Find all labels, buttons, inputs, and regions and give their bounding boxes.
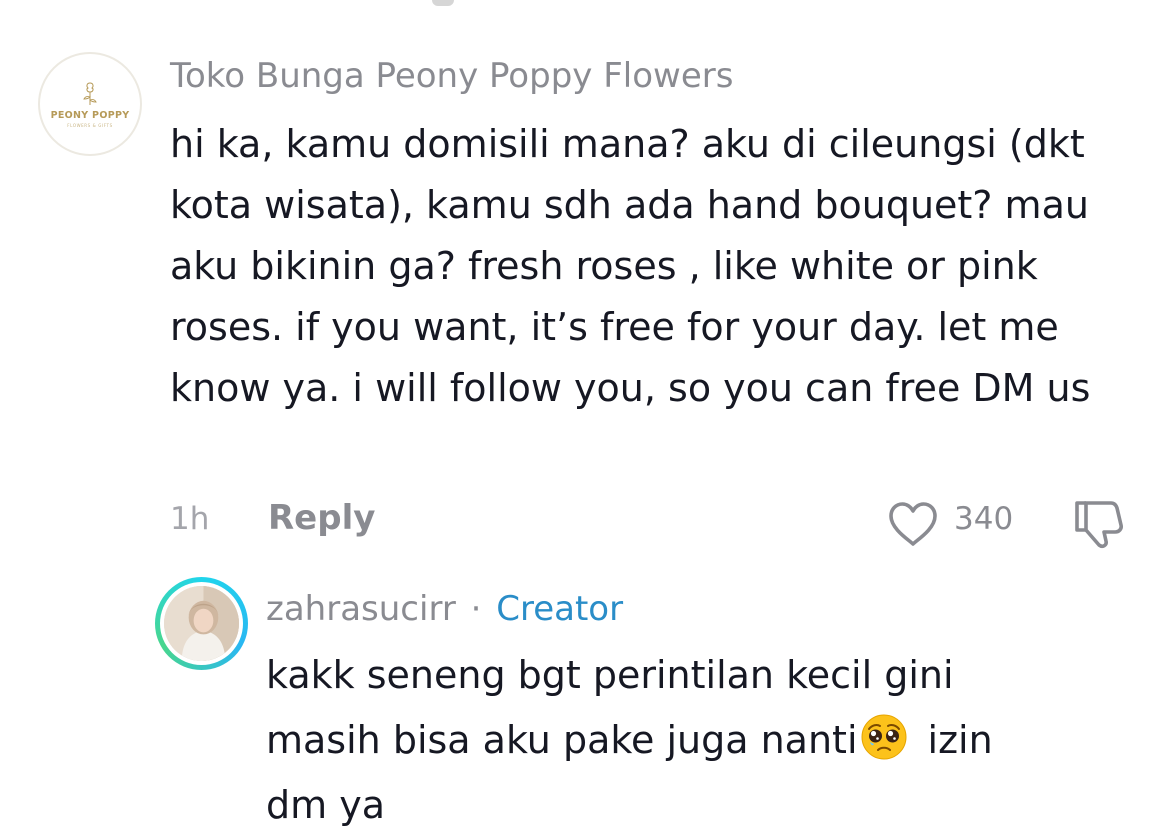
reply-text-line: masih bisa aku pake juga nanti izin bbox=[266, 708, 1136, 773]
reply-text-line: kakk seneng bgt perintilan kecil gini bbox=[266, 653, 954, 697]
logo-wordmark: PEONY POPPY bbox=[50, 110, 130, 121]
pleading-face-emoji bbox=[861, 714, 907, 760]
reply-text-segment: izin bbox=[927, 718, 993, 762]
thumbs-down-icon[interactable] bbox=[1071, 499, 1125, 549]
reply-header: zahrasucirr · Creator bbox=[266, 589, 623, 629]
comment-timestamp: 1h bbox=[170, 501, 210, 537]
scroll-edge bbox=[432, 0, 454, 6]
reply-button[interactable]: Reply bbox=[268, 498, 375, 538]
person-photo-icon bbox=[164, 586, 239, 661]
creator-avatar[interactable] bbox=[155, 577, 248, 670]
avatar-ring-gap bbox=[160, 582, 243, 665]
rose-logo-icon bbox=[83, 82, 97, 105]
reply-text-segment: masih bisa aku pake juga nanti bbox=[266, 718, 858, 762]
heart-outline-icon[interactable] bbox=[887, 501, 939, 547]
shop-avatar[interactable]: PEONY POPPY FLOWERS & GIFTS bbox=[38, 52, 142, 156]
reply-text-line: dm ya bbox=[266, 783, 385, 827]
profile-photo bbox=[164, 586, 239, 661]
separator-dot: · bbox=[470, 589, 482, 629]
logo-tagline: FLOWERS & GIFTS bbox=[67, 123, 113, 128]
reply-text: kakk seneng bgt perintilan kecil gini ma… bbox=[266, 643, 1136, 834]
creator-badge: Creator bbox=[496, 589, 624, 629]
reply-username[interactable]: zahrasucirr bbox=[266, 589, 456, 629]
comment-username[interactable]: Toko Bunga Peony Poppy Flowers bbox=[170, 56, 733, 96]
like-count: 340 bbox=[954, 501, 1014, 537]
comment-text: hi ka, kamu domisili mana? aku di cileun… bbox=[170, 122, 1091, 410]
